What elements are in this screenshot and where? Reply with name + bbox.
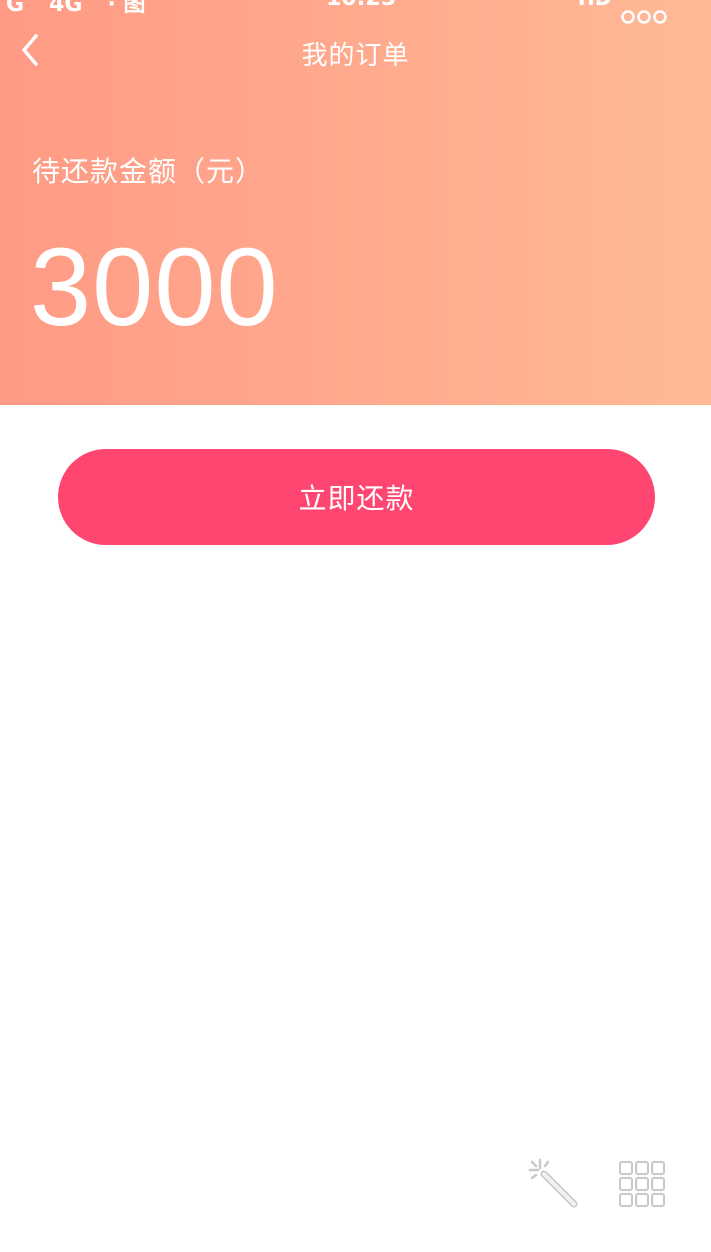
amount-value: 3000: [30, 226, 279, 349]
status-bar: Gᐨᐨ 4Gᐨᐨ · 图 10:25 HD: [0, 0, 711, 17]
status-hd: HD: [578, 0, 611, 10]
grid-menu-button[interactable]: [618, 1160, 666, 1208]
more-dots-icon: [621, 10, 667, 24]
grid-icon: [619, 1161, 665, 1207]
amount-label: 待还款金额（元）: [32, 155, 265, 188]
magic-wand-button[interactable]: [528, 1158, 580, 1210]
order-header: Gᐨᐨ 4Gᐨᐨ · 图 10:25 HD 我的订单: [0, 0, 711, 405]
page-title: 我的订单: [301, 41, 410, 71]
more-button[interactable]: [620, 8, 670, 28]
repay-now-button[interactable]: 立即还款: [58, 449, 655, 545]
status-signal-text: Gᐨᐨ 4Gᐨᐨ · 图: [6, 0, 146, 17]
status-time: 10:25: [326, 0, 396, 11]
page: Gᐨᐨ 4Gᐨᐨ · 图 10:25 HD 我的订单: [0, 0, 711, 1252]
magic-wand-icon: [528, 1158, 578, 1208]
